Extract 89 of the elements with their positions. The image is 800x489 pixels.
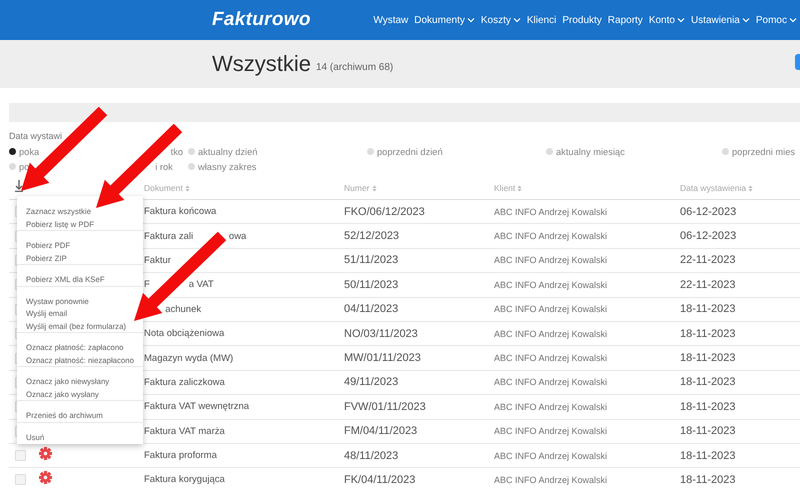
table-cell-text: ABC INFO Andrzej Kowalski (494, 402, 608, 412)
gear-icon[interactable] (39, 470, 52, 484)
radio-label[interactable]: poprzedni mies (732, 146, 796, 156)
table-cell-text: 49/11/2023 (344, 376, 400, 388)
sort-icon[interactable] (184, 184, 190, 192)
chevron-icon[interactable] (512, 17, 521, 23)
page-title: Wszystkie (212, 51, 311, 77)
nav-link[interactable]: Konto (648, 14, 675, 26)
table-cell-text: achunek (164, 304, 202, 315)
table-cell-text: ABC INFO Andrzej Kowalski (494, 328, 608, 339)
table-cell-text: 18-11-2023 (680, 400, 736, 413)
table-cell-text: ABC INFO Andrzej Kowalski (494, 353, 608, 364)
table-cell-text: ABC INFO Andrzej Kowalski (494, 280, 608, 290)
table-cell-text: FK/04/11/2023 (344, 474, 416, 486)
nav-link[interactable]: Raporty (608, 14, 643, 26)
radio-label[interactable]: poprzedni dzień (377, 146, 443, 156)
table-cell-text: 48/11/2023 (344, 450, 400, 462)
chevron-icon[interactable] (466, 17, 475, 23)
table-cell-text: ABC INFO Andrzej Kowalski (494, 377, 608, 388)
chevron-icon[interactable] (789, 17, 797, 23)
table-cell-text: 18-11-2023 (680, 328, 736, 340)
chevron-icon[interactable] (742, 17, 750, 23)
table-cell-text: FVW/01/11/2023 (344, 400, 427, 413)
table-cell-text: F a VAT (144, 279, 215, 290)
table-cell-text: Faktura VAT marża (144, 426, 226, 437)
radio-button[interactable] (367, 148, 374, 155)
nav-link[interactable]: Produkty (562, 14, 602, 26)
document-count: 14 (archiwum 68) (316, 62, 394, 72)
table-cell-text: 06-12-2023 (680, 230, 738, 242)
filter-label: Data wystawi (9, 131, 64, 141)
table-cell-text: 52/12/2023 (344, 230, 400, 242)
radio-label[interactable]: aktualny miesiąc (556, 146, 625, 156)
radio-label[interactable]: aktualny dzień (198, 146, 258, 156)
table-cell-text: MW/01/11/2023 (344, 352, 422, 364)
radio-button[interactable] (9, 148, 16, 155)
table-cell-text: Faktura VAT wewnętrzna (144, 401, 250, 412)
radio-button[interactable] (188, 163, 195, 170)
table-cell-text: Nota obciążeniowa (144, 328, 226, 340)
table-cell-text: ABC INFO Andrzej Kowalski (494, 231, 608, 242)
table-cell-text: ABC INFO Andrzej Kowalski (494, 426, 608, 436)
table-cell-text: Faktura zaliczkowa (144, 376, 226, 388)
bulk-actions-icon[interactable] (14, 180, 24, 192)
table-cell-text: 04/11/2023 (344, 303, 400, 316)
table-cell-text: 51/11/2023 (344, 254, 400, 266)
table-cell-text: 18-11-2023 (680, 450, 736, 462)
table-cell-text: 18-11-2023 (680, 376, 736, 388)
table-cell-text: 18-11-2023 (680, 352, 736, 364)
table-cell-text: 18-11-2023 (680, 303, 736, 316)
radio-label[interactable]: poka tko (19, 146, 184, 156)
radio-button[interactable] (188, 148, 195, 155)
table-cell-text: 50/11/2023 (344, 278, 400, 291)
table-cell-text: Faktura zali owa (144, 230, 248, 242)
table-cell-text: Faktura końcowa (144, 206, 218, 218)
table-cell-text: Faktura korygująca (144, 474, 226, 486)
gear-icon[interactable] (39, 446, 52, 460)
row-checkbox[interactable] (15, 450, 26, 462)
table-cell-text: ABC INFO Andrzej Kowalski (494, 304, 608, 314)
nav-link[interactable]: Ustawienia (690, 14, 740, 26)
nav-link[interactable]: Klienci (526, 14, 556, 26)
chevron-icon[interactable] (676, 17, 685, 23)
nav-link[interactable]: Koszty (480, 14, 511, 26)
table-cell-text: 18-11-2023 (680, 425, 736, 438)
action-button[interactable] (795, 54, 800, 70)
radio-button[interactable] (722, 148, 729, 155)
table-cell-text: 22-11-2023 (680, 278, 736, 291)
table-cell-text: ABC INFO Andrzej Kowalski (494, 206, 608, 217)
sort-icon[interactable] (748, 184, 754, 192)
table-cell-text: FKO/06/12/2023 (344, 206, 426, 218)
table-cell-text: ABC INFO Andrzej Kowalski (494, 450, 608, 461)
table-cell-text: Faktura proforma (144, 450, 218, 462)
nav-link[interactable]: Pomoc (756, 14, 787, 26)
table-cell-text: NO/03/11/2023 (344, 328, 419, 340)
radio-label[interactable]: własny zakres (198, 162, 256, 172)
row-checkbox[interactable] (15, 474, 26, 486)
radio-button[interactable] (9, 163, 16, 170)
nav-link[interactable]: Dokumenty (414, 14, 465, 26)
logo[interactable]: Fakturowo (212, 9, 311, 31)
sort-icon[interactable] (372, 184, 377, 192)
table-cell-text: 22-11-2023 (680, 254, 736, 266)
table-cell-text: 06-12-2023 (680, 206, 738, 218)
table-cell-text: Faktur (144, 254, 172, 266)
sort-icon[interactable] (517, 184, 522, 192)
table-cell-text: FM/04/11/2023 (344, 425, 418, 438)
table-cell-text: ABC INFO Andrzej Kowalski (494, 255, 608, 266)
table-cell-text: Magazyn wyda (MW) (144, 352, 234, 364)
radio-button[interactable] (546, 148, 553, 155)
table-cell-text: 18-11-2023 (680, 474, 736, 486)
nav-link[interactable]: Wystaw (373, 14, 408, 26)
table-cell-text: ABC INFO Andrzej Kowalski (494, 474, 608, 485)
